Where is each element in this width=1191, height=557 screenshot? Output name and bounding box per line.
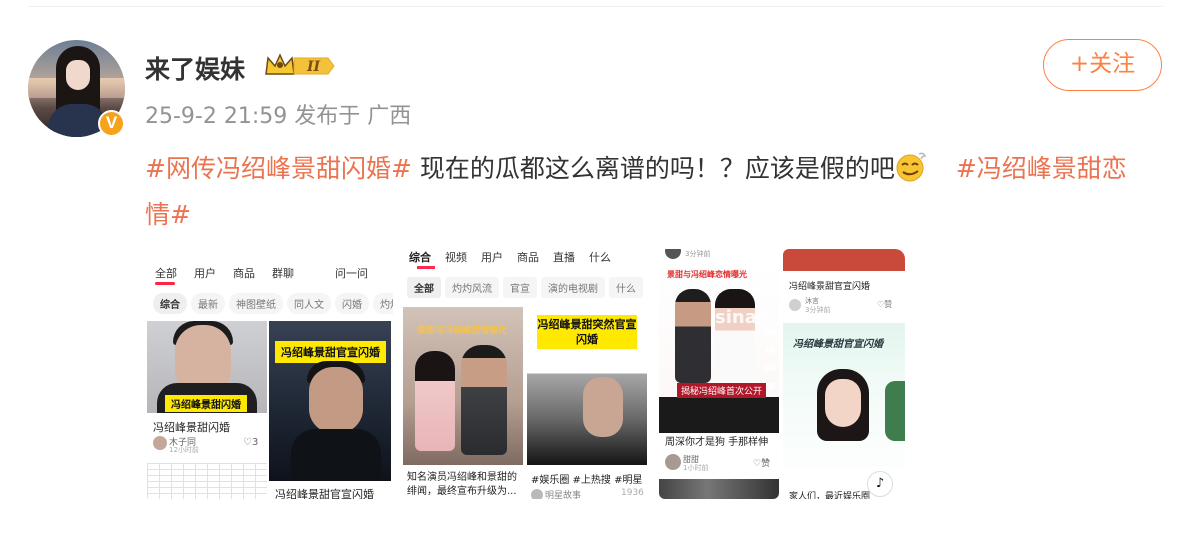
chip: 神图壁纸 <box>229 293 283 314</box>
photo-caption: 冯绍峰景甜闪婚 <box>165 395 247 412</box>
photo-title: 冯绍峰景甜官宣闪婚 <box>275 341 386 363</box>
chip: 官宣 <box>503 277 537 298</box>
photo-person <box>415 351 455 451</box>
xhs-tabs: 全部 用户 商品 群聊 <box>155 265 311 281</box>
author-avatar <box>531 489 543 499</box>
photo-suit <box>291 429 381 481</box>
photo-caption: 景甜与冯绍峰恋情曝光 <box>667 270 747 279</box>
post-meta: 25-9-2 21:59 发布于 广西 <box>145 104 412 129</box>
post-text: #网传冯绍峰景甜闪婚# 现在的瓜都这么离谱的吗！？应该是假的吧 #冯绍峰景甜恋情… <box>145 146 1145 238</box>
photo-banner: 揭秘冯绍峰首次公开 <box>677 383 767 398</box>
photo-top <box>783 249 905 271</box>
tab-label: 全部 <box>155 267 177 280</box>
card-photo: 冯绍峰景甜闪婚 <box>147 321 267 413</box>
tab-label: 用户 <box>194 267 216 280</box>
chip: 最新 <box>191 293 225 314</box>
tab-label: 群聊 <box>272 267 294 280</box>
active-tab-indicator <box>155 282 175 285</box>
photo-caption: 景甜与冯绍峰恋情曝光 <box>417 326 508 336</box>
card-title: #娱乐圈 #上热搜 #明星 <box>531 475 643 486</box>
photo-person <box>675 289 711 383</box>
card-photo: 冯绍峰景甜突然官宣闪婚 <box>527 307 647 465</box>
filter-chips: 全部 灼灼风流 官宣 演的电视剧 什么 <box>407 277 647 298</box>
chip: 全部 <box>407 277 441 298</box>
photo-face <box>309 367 363 433</box>
gallery-image-3[interactable]: 3分钟前 景甜与冯绍峰恋情曝光 sina新 揭秘冯绍峰首次公开 周深你才是狗 手… <box>659 249 779 499</box>
douyin-tabs: 综合 视频 用户 商品 直播 什么 <box>409 249 625 265</box>
card-title: 冯绍峰景甜官宣闪婚 <box>789 282 871 292</box>
gallery-image-2[interactable]: 综合 视频 用户 商品 直播 什么 全部 灼灼风流 官宣 演的电视剧 什么 景甜与冯绍峰恋情曝光 … <box>401 249 649 499</box>
follow-button[interactable]: +关注 <box>1043 39 1162 91</box>
top-divider <box>28 6 1163 7</box>
chip: 同人文 <box>287 293 331 314</box>
video-side-icons <box>765 329 775 389</box>
card-title: 家人们，最近娱乐圈 <box>789 492 871 499</box>
photo-person <box>461 345 507 455</box>
card-likes: ♡赞 <box>753 459 771 469</box>
card-time: 3分钟前 <box>805 306 831 314</box>
author-avatar <box>789 299 801 311</box>
author-avatar <box>665 454 681 470</box>
filter-chips: 综合最新神图壁纸同人文闪婚灼灼 <box>153 293 393 314</box>
photo-title: 冯绍峰景甜官宣闪婚 <box>793 339 883 350</box>
card-time: 12小时前 <box>169 446 199 454</box>
hashtag-link[interactable]: #网传冯绍峰景甜闪婚# <box>145 154 412 183</box>
card-title: 周深你才是狗 手那样伸 <box>665 437 769 448</box>
tab-label: 什么 <box>589 251 611 264</box>
tab-label: 视频 <box>445 251 467 264</box>
svg-text:II: II <box>306 59 321 75</box>
author-avatar <box>665 249 681 259</box>
tab-label: 商品 <box>233 267 255 280</box>
photo-plant <box>885 381 905 441</box>
username[interactable]: 来了娱妹 <box>145 50 245 86</box>
card-time: 1小时前 <box>683 464 709 472</box>
card-time: 3分钟前 <box>685 250 711 258</box>
card-count: 1936 <box>621 488 644 498</box>
photo-strip <box>659 479 779 499</box>
card-photo: 景甜与冯绍峰恋情曝光 <box>403 307 523 465</box>
chip: 综合 <box>153 293 187 314</box>
card-photo: 冯绍峰景甜官宣闪婚 <box>269 321 391 481</box>
chip: 闪婚 <box>335 293 369 314</box>
card-title: 知名演员冯绍峰和景甜的绯闻，最终宣布升级为... <box>407 472 517 497</box>
gallery-image-4[interactable]: 冯绍峰景甜官宣闪婚 沐言 3分钟前 ♡赞 冯绍峰景甜官宣闪婚 家人们，最近娱乐圈… <box>783 249 905 499</box>
image-gallery: 全部用户商品群聊 问一问 综合最新神图壁纸同人文闪婚灼灼 冯绍峰景甜闪婚 冯绍峰… <box>145 249 905 499</box>
chip: 灼灼 <box>373 293 393 314</box>
photo-person <box>583 377 623 437</box>
ask-label: 问一问 <box>335 267 368 280</box>
tiktok-logo-icon: ♪ <box>867 471 893 497</box>
tab-label: 商品 <box>517 251 539 264</box>
card-likes: ♡3 <box>243 437 259 448</box>
card-title: 冯绍峰景甜闪婚 <box>153 421 230 434</box>
card-likes: ♡赞 <box>877 300 893 309</box>
chip: 什么 <box>609 277 643 298</box>
member-level-crown-icon[interactable]: II <box>264 52 336 80</box>
card-title: 冯绍峰景甜官宣闪婚 <box>275 488 374 499</box>
active-tab-indicator <box>417 266 435 269</box>
card-photo: 冯绍峰景甜官宣闪婚 <box>783 323 905 485</box>
chip: 灼灼风流 <box>445 277 499 298</box>
smirk-emoji-icon <box>896 152 927 182</box>
gallery-image-1[interactable]: 全部 用户 商品 群聊 问一问 综合最新神图壁纸同人文闪婚灼灼 冯绍峰景甜闪婚 冯绍峰… <box>145 249 393 499</box>
tab-label: 用户 <box>481 251 503 264</box>
card-author: 甜甜 <box>683 455 699 464</box>
avatar-face <box>66 60 90 90</box>
table-preview <box>147 463 267 499</box>
tab-label: 综合 <box>409 251 431 264</box>
photo-face <box>825 379 861 427</box>
tab-label: 直播 <box>553 251 575 264</box>
card-author: 沐言 <box>805 297 819 305</box>
photo-title: 冯绍峰景甜突然官宣闪婚 <box>537 315 637 349</box>
card-author: 明星故事 <box>545 491 582 499</box>
post-body-text: 现在的瓜都这么离谱的吗！？应该是假的吧 <box>411 154 895 183</box>
watermark: sina新 <box>715 307 775 328</box>
author-avatar <box>153 436 167 450</box>
verified-icon: V <box>98 110 125 137</box>
photo-bottom <box>659 397 779 433</box>
card-photo: 景甜与冯绍峰恋情曝光 sina新 揭秘冯绍峰首次公开 <box>659 263 779 433</box>
chip: 演的电视剧 <box>541 277 605 298</box>
